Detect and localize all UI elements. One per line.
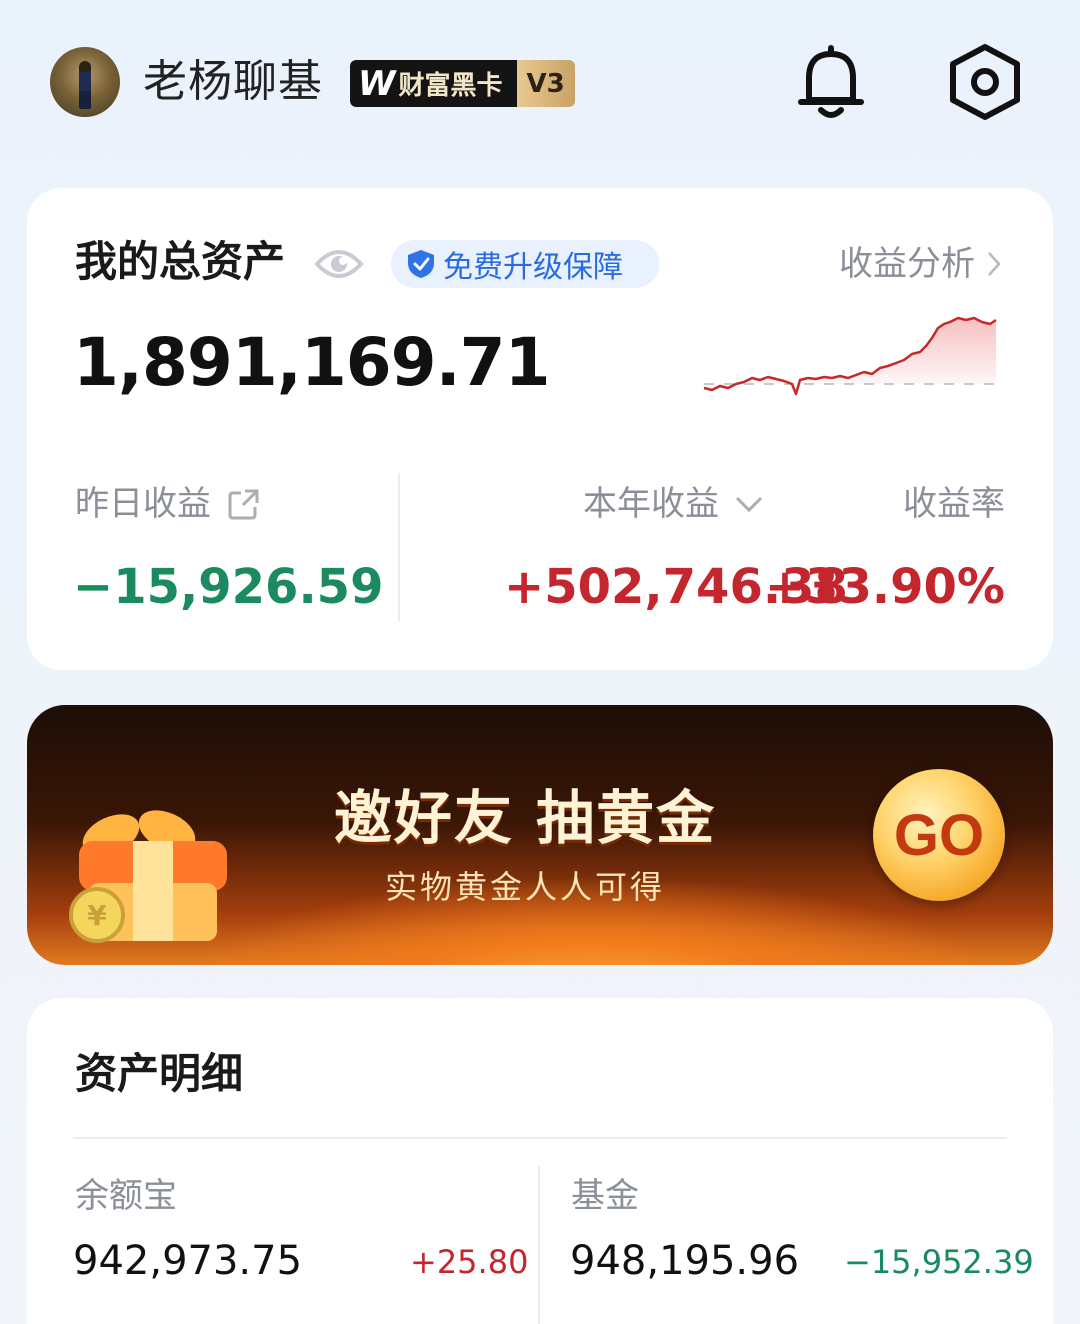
total-asset-value: 1,891,169.71 xyxy=(73,324,551,401)
chevron-right-icon xyxy=(988,252,1001,276)
shield-icon xyxy=(408,250,434,278)
vip-level-label: V3 xyxy=(516,60,575,107)
free-upgrade-protection-button[interactable]: 免费升级保障 xyxy=(391,240,659,288)
detail-divider xyxy=(73,1137,1007,1139)
profit-analysis-link[interactable]: 收益分析 xyxy=(839,242,1001,286)
asset-detail-card: 资产明细 余额宝 942,973.75 +25.80 基金 948,195.96… xyxy=(27,998,1053,1324)
protect-label: 免费升级保障 xyxy=(443,250,623,285)
asset-trend-sparkline xyxy=(703,316,997,396)
yesterday-profit-value: −15,926.59 xyxy=(73,559,384,615)
fund-change: −15,952.39 xyxy=(844,1243,1034,1281)
yuebao-label[interactable]: 余额宝 xyxy=(75,1174,177,1218)
vip-badge[interactable]: W 财富黑卡 V3 xyxy=(350,60,575,107)
profit-rate-label: 收益率 xyxy=(903,484,1005,524)
avatar-photo xyxy=(79,61,91,109)
profit-rate-value: +33.90% xyxy=(764,559,1005,615)
settings-gear-icon[interactable] xyxy=(947,42,1023,122)
stats-divider xyxy=(398,473,400,621)
notification-bell-icon[interactable] xyxy=(795,44,867,120)
fund-label[interactable]: 基金 xyxy=(571,1174,639,1218)
top-header: 老杨聊基 W 财富黑卡 V3 xyxy=(0,0,1080,170)
detail-column-divider xyxy=(538,1166,540,1324)
yuebao-change: +25.80 xyxy=(410,1243,529,1281)
wealth-logo-icon: W xyxy=(358,63,395,104)
eye-icon[interactable] xyxy=(314,244,364,284)
yesterday-profit-label[interactable]: 昨日收益 xyxy=(75,482,261,526)
fund-value: 948,195.96 xyxy=(570,1238,800,1284)
year-profit-label[interactable]: 本年收益 xyxy=(583,482,763,526)
vip-brand-label: 财富黑卡 xyxy=(398,71,503,101)
invite-friends-gold-banner[interactable]: ¥ 邀好友 抽黄金 实物黄金人人可得 GO xyxy=(27,705,1053,965)
username[interactable]: 老杨聊基 xyxy=(143,56,323,108)
avatar[interactable] xyxy=(50,47,120,117)
share-icon[interactable] xyxy=(227,487,261,521)
total-asset-title: 我的总资产 xyxy=(75,237,286,286)
go-button[interactable]: GO xyxy=(873,769,1005,901)
asset-detail-title: 资产明细 xyxy=(75,1049,244,1098)
total-asset-card[interactable]: 我的总资产 免费升级保障 收益分析 1,891,169.71 昨日收益 本年收益… xyxy=(27,188,1053,670)
yuebao-value: 942,973.75 xyxy=(73,1238,303,1284)
chevron-down-icon xyxy=(735,496,763,513)
